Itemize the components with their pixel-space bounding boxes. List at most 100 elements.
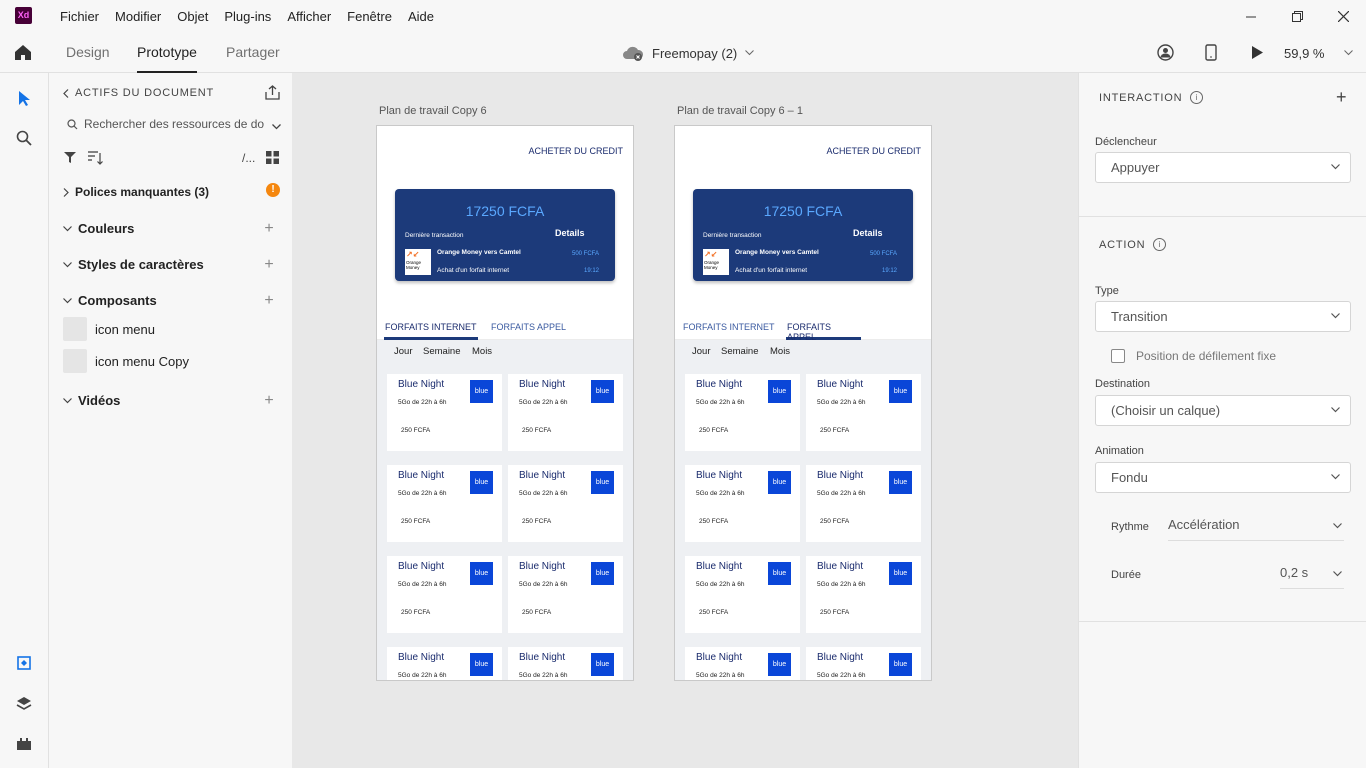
tab-prototype[interactable]: Prototype xyxy=(137,33,197,73)
tab-forfaits-appel[interactable]: FORFAITS APPEL xyxy=(490,322,567,340)
info-icon[interactable]: i xyxy=(1190,91,1204,104)
period-filter[interactable]: Semaine xyxy=(423,346,461,357)
fixed-scroll-checkbox-row[interactable]: Position de défilement fixe xyxy=(1111,349,1276,363)
close-button[interactable] xyxy=(1320,0,1366,33)
artboard[interactable]: ACHETER DU CREDIT 17250 FCFA Dernière tran… xyxy=(674,125,932,681)
layers-panel-button[interactable] xyxy=(16,696,32,714)
info-icon[interactable]: i xyxy=(1153,238,1167,251)
menu-plugins[interactable]: Plug-ins xyxy=(216,0,279,33)
offer-card[interactable]: Blue Night5Go de 22h à 6h250 FCFAblue xyxy=(685,647,800,680)
minimize-button[interactable] xyxy=(1228,0,1274,33)
tab-forfaits-internet[interactable]: FORFAITS INTERNET xyxy=(384,322,478,340)
path-view-button[interactable]: /... xyxy=(242,151,255,165)
tab-design[interactable]: Design xyxy=(66,33,110,73)
offer-card[interactable]: Blue Night5Go de 22h à 6h250 FCFAblue xyxy=(806,465,921,542)
play-preview-button[interactable] xyxy=(1251,45,1264,63)
offer-card[interactable]: Blue Night5Go de 22h à 6h250 FCFAblue xyxy=(387,374,502,451)
export-assets-button[interactable] xyxy=(265,85,280,103)
balance-card[interactable]: 17250 FCFA Dernière transaction Details ↗↙ O… xyxy=(693,189,913,281)
offer-card[interactable]: Blue Night5Go de 22h à 6h250 FCFAblue xyxy=(806,647,921,680)
colors-label: Couleurs xyxy=(78,221,135,236)
menu-modifier[interactable]: Modifier xyxy=(107,0,169,33)
select-tool[interactable] xyxy=(18,90,31,110)
zoom-tool[interactable] xyxy=(16,130,32,149)
section-components[interactable]: Composants xyxy=(63,293,157,308)
animation-dropdown[interactable]: Fondu xyxy=(1095,462,1351,493)
offer-description: 5Go de 22h à 6h xyxy=(398,581,447,588)
section-char-styles[interactable]: Styles de caractères xyxy=(63,257,204,272)
details-link[interactable]: Details xyxy=(853,228,883,238)
sort-button[interactable] xyxy=(87,151,103,168)
offer-card[interactable]: Blue Night5Go de 22h à 6h250 FCFAblue xyxy=(806,556,921,633)
offer-card[interactable]: Blue Night5Go de 22h à 6h250 FCFAblue xyxy=(387,556,502,633)
buy-credit-link[interactable]: ACHETER DU CREDIT xyxy=(826,146,921,156)
offer-card[interactable]: Blue Night5Go de 22h à 6h250 FCFAblue xyxy=(508,556,623,633)
add-video-button[interactable]: + xyxy=(263,393,275,409)
section-missing-fonts[interactable]: Polices manquantes (3) xyxy=(63,185,209,199)
menu-fenetre[interactable]: Fenêtre xyxy=(339,0,400,33)
user-icon xyxy=(1157,44,1174,61)
assets-icon xyxy=(17,656,31,670)
add-component-button[interactable]: + xyxy=(263,293,275,309)
search-icon xyxy=(67,118,78,129)
offer-card[interactable]: Blue Night5Go de 22h à 6h250 FCFAblue xyxy=(387,465,502,542)
add-char-style-button[interactable]: + xyxy=(263,257,275,273)
add-color-button[interactable]: + xyxy=(263,221,275,237)
tab-forfaits-internet[interactable]: FORFAITS INTERNET xyxy=(682,322,776,340)
menu-afficher[interactable]: Afficher xyxy=(279,0,339,33)
device-preview-button[interactable] xyxy=(1205,44,1217,64)
assets-panel-button[interactable] xyxy=(17,656,31,673)
period-filter[interactable]: Jour xyxy=(394,346,412,357)
section-videos[interactable]: Vidéos xyxy=(63,393,120,408)
buy-credit-link[interactable]: ACHETER DU CREDIT xyxy=(528,146,623,156)
period-filter[interactable]: Jour xyxy=(692,346,710,357)
fixed-scroll-checkbox[interactable] xyxy=(1111,349,1125,363)
document-title[interactable]: Freemopay (2) xyxy=(622,33,755,73)
filter-button[interactable] xyxy=(64,152,76,166)
plugins-panel-button[interactable] xyxy=(16,737,32,754)
offer-card[interactable]: Blue Night5Go de 22h à 6h250 FCFAblue xyxy=(508,465,623,542)
destination-dropdown[interactable]: (Choisir un calque) xyxy=(1095,395,1351,426)
offer-price: 250 FCFA xyxy=(522,427,552,434)
offer-card[interactable]: Blue Night5Go de 22h à 6h250 FCFAblue xyxy=(387,647,502,680)
rhythm-dropdown[interactable]: Accélération xyxy=(1168,511,1344,541)
period-filter[interactable]: Mois xyxy=(472,346,492,357)
offer-card[interactable]: Blue Night5Go de 22h à 6h250 FCFAblue xyxy=(685,465,800,542)
home-button[interactable] xyxy=(14,44,32,64)
search-input[interactable]: Rechercher des ressources de do xyxy=(84,117,264,131)
offer-card[interactable]: Blue Night5Go de 22h à 6h250 FCFAblue xyxy=(685,556,800,633)
tab-forfaits-appel[interactable]: FORFAITS APPEL xyxy=(786,322,861,342)
share-user-button[interactable] xyxy=(1157,44,1174,64)
assets-header[interactable]: ACTIFS DU DOCUMENT xyxy=(63,87,214,99)
char-styles-label: Styles de caractères xyxy=(78,257,204,272)
component-item[interactable]: icon menu xyxy=(63,317,155,341)
offer-card[interactable]: Blue Night5Go de 22h à 6h250 FCFAblue xyxy=(508,647,623,680)
add-interaction-button[interactable]: + xyxy=(1336,88,1347,106)
tab-partager[interactable]: Partager xyxy=(226,33,280,73)
section-colors[interactable]: Couleurs xyxy=(63,221,134,236)
menu-objet[interactable]: Objet xyxy=(169,0,216,33)
duration-field[interactable]: 0,2 s xyxy=(1280,559,1344,589)
component-item[interactable]: icon menu Copy xyxy=(63,349,189,373)
canvas[interactable]: Plan de travail Copy 6 Plan de travail C… xyxy=(292,73,1078,768)
offer-card[interactable]: Blue Night5Go de 22h à 6h250 FCFAblue xyxy=(685,374,800,451)
restore-button[interactable] xyxy=(1274,0,1320,33)
menu-fichier[interactable]: Fichier xyxy=(52,0,107,33)
type-dropdown[interactable]: Transition xyxy=(1095,301,1351,332)
duration-value[interactable]: 0,2 s xyxy=(1280,565,1308,580)
search-dropdown[interactable] xyxy=(272,119,281,133)
offer-card[interactable]: Blue Night5Go de 22h à 6h250 FCFAblue xyxy=(508,374,623,451)
menu-aide[interactable]: Aide xyxy=(400,0,442,33)
period-filter[interactable]: Semaine xyxy=(721,346,759,357)
grid-view-button[interactable] xyxy=(266,151,279,167)
artboard-label[interactable]: Plan de travail Copy 6 xyxy=(379,105,487,117)
zoom-control[interactable]: 59,9 % xyxy=(1284,33,1354,73)
offer-card[interactable]: Blue Night5Go de 22h à 6h250 FCFAblue xyxy=(806,374,921,451)
trigger-dropdown[interactable]: Appuyer xyxy=(1095,152,1351,183)
period-filter[interactable]: Mois xyxy=(770,346,790,357)
artboard[interactable]: ACHETER DU CREDIT 17250 FCFA Dernière tran… xyxy=(376,125,634,681)
details-link[interactable]: Details xyxy=(555,228,585,238)
balance-card[interactable]: 17250 FCFA Dernière transaction Details ↗↙ O… xyxy=(395,189,615,281)
assets-search[interactable]: Rechercher des ressources de do xyxy=(63,113,283,135)
artboard-label[interactable]: Plan de travail Copy 6 – 1 xyxy=(677,105,803,117)
